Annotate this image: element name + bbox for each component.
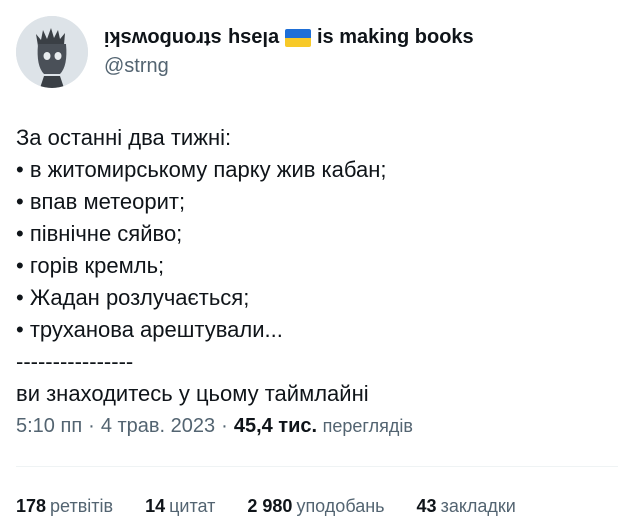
tweet-line: • в житомирському парку жив кабан;: [16, 157, 387, 182]
user-handle[interactable]: @strng: [104, 55, 474, 78]
tweet-date[interactable]: 4 трав. 2023: [101, 415, 215, 437]
tweet-line: • горів кремль;: [16, 253, 165, 278]
tweet-line: За останні два тижні:: [16, 125, 232, 150]
tweet-line: ви знаходитесь у цьому таймлайні: [16, 381, 369, 406]
bookmarks-count: 43: [416, 496, 437, 516]
likes-count: 2 980: [247, 496, 293, 516]
tweet-meta: 5:10 пп · 4 трав. 2023 · 45,4 тис. перегляді…: [16, 415, 413, 438]
display-name-flipped-1: ɐlǝsɥ: [227, 27, 279, 49]
avatar[interactable]: [16, 16, 88, 88]
tweet-line: • труханова арештували...: [16, 317, 283, 342]
retweets-stat[interactable]: 178 ретвітів: [16, 496, 113, 517]
display-name-suffix: is making books: [316, 26, 474, 48]
bookmarks-stat[interactable]: 43 закладки: [417, 496, 516, 517]
tweet-line: • північне сяйво;: [16, 221, 183, 246]
tweet-stats: 178 ретвітів 14 цитат 2 980 уподобань 43 зак…: [16, 496, 516, 517]
groot-avatar-icon: [16, 16, 88, 88]
tweet-line: • впав метеорит;: [16, 189, 186, 214]
bookmarks-label: закладки: [440, 496, 516, 516]
views-label: переглядів: [322, 416, 413, 436]
meta-separator: ·: [88, 415, 95, 437]
retweets-label: ретвітів: [50, 496, 114, 516]
likes-label: уподобань: [296, 496, 385, 516]
tweet-text: За останні два тижні: • в житомирському …: [16, 122, 616, 410]
divider: [16, 466, 618, 467]
quotes-stat[interactable]: 14 цитат: [145, 496, 215, 517]
tweet-line: • Жадан розлучається;: [16, 285, 250, 310]
views-count: 45,4 тис.: [233, 415, 318, 437]
display-name-link[interactable]: stronɓowski ɐlǝsɥ is making books: [104, 26, 474, 49]
tweet-header: stronɓowski ɐlǝsɥ is making books @strng: [16, 16, 474, 88]
tweet-separator-line: ----------------: [16, 349, 134, 374]
quotes-label: цитат: [169, 496, 216, 516]
tweet-time[interactable]: 5:10 пп: [16, 415, 82, 437]
ukraine-flag-icon: [284, 28, 311, 47]
retweets-count: 178: [16, 496, 47, 516]
quotes-count: 14: [145, 496, 166, 516]
display-name-flipped-2: stronɓowski: [104, 27, 222, 49]
likes-stat[interactable]: 2 980 уподобань: [247, 496, 384, 517]
meta-separator: ·: [221, 415, 228, 437]
